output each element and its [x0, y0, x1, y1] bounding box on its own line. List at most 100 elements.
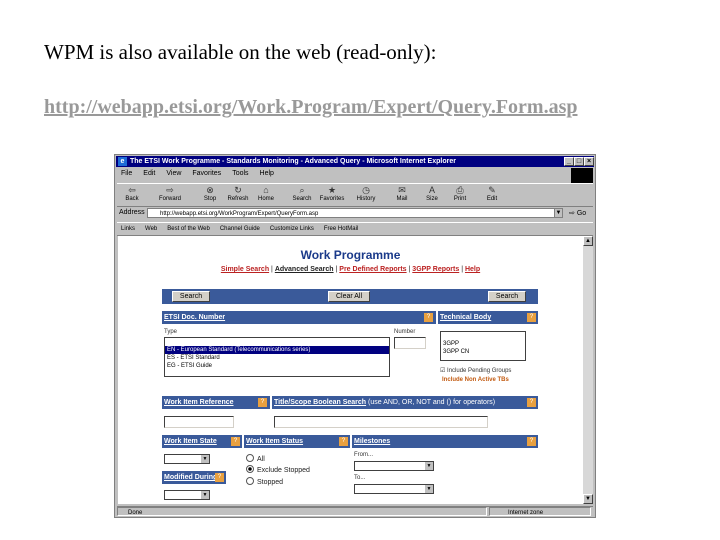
forward-arrow-icon: ⇨	[166, 185, 174, 195]
browser-window: e The ETSI Work Programme - Standards Mo…	[114, 154, 596, 518]
help-icon[interactable]: ?	[527, 313, 536, 322]
include-non-active-link[interactable]: Include Non Active TBs	[442, 377, 509, 383]
forward-button[interactable]: ⇨ Forward	[157, 185, 183, 202]
technical-body-header: Technical Body	[438, 311, 538, 324]
scroll-up-icon[interactable]: ▲	[583, 236, 593, 246]
title-bar: e The ETSI Work Programme - Standards Mo…	[116, 156, 594, 167]
search-icon: ⌕	[299, 185, 305, 195]
nav-simple-search[interactable]: Simple Search	[221, 266, 269, 273]
help-icon[interactable]: ?	[215, 473, 224, 482]
link-customize-links[interactable]: Customize Links	[270, 226, 314, 232]
search-button[interactable]: ⌕ Search	[289, 185, 315, 202]
include-pending-checkbox[interactable]: ☑ Include Pending Groups	[440, 367, 511, 374]
status-radio-all[interactable]: All	[246, 454, 265, 463]
help-icon[interactable]: ?	[231, 437, 240, 446]
title-scope-header: Title/Scope Boolean Search (use AND, OR,…	[272, 396, 538, 409]
chevron-down-icon: ▼	[201, 455, 209, 463]
status-bar: Done Internet zone	[117, 506, 593, 517]
favorites-button[interactable]: ★ Favorites	[319, 185, 345, 202]
stop-button[interactable]: ⊗ Stop	[197, 185, 223, 202]
windows-logo-icon	[571, 168, 593, 183]
nav-advanced-search[interactable]: Advanced Search	[275, 266, 334, 273]
work-item-reference-header: Work Item Reference	[162, 396, 270, 409]
vertical-scrollbar[interactable]: ▲ ▼	[583, 236, 593, 504]
help-icon[interactable]: ?	[527, 437, 536, 446]
number-input[interactable]	[394, 337, 426, 349]
refresh-button[interactable]: ↻ Refresh	[225, 185, 251, 202]
menu-file[interactable]: File	[121, 169, 132, 179]
search-top-right-button[interactable]: Search	[488, 291, 526, 302]
status-radio-stopped[interactable]: Stopped	[246, 477, 283, 486]
status-text: Done	[117, 507, 487, 516]
favorites-icon: ★	[327, 185, 337, 195]
history-icon: ◷	[362, 185, 370, 195]
menu-favorites[interactable]: Favorites	[192, 169, 221, 179]
etsi-doc-number-header: ETSI Doc. Number	[162, 311, 436, 324]
slide-title: WPM is also available on the web (read-o…	[44, 40, 437, 64]
font-size-icon: A	[428, 185, 435, 195]
link-free-hotmail[interactable]: Free HotMail	[324, 226, 358, 232]
help-icon[interactable]: ?	[527, 398, 536, 407]
maximize-icon[interactable]: □	[574, 157, 584, 166]
slide-link[interactable]: http://webapp.etsi.org/Work.Program/Expe…	[44, 96, 578, 119]
address-input[interactable]: http://webapp.etsi.org/WorkProgram/Exper…	[147, 208, 559, 218]
work-item-state-select[interactable]: ▼	[164, 454, 210, 464]
back-arrow-icon: ⇦	[128, 185, 136, 195]
mail-button[interactable]: ✉ Mail	[389, 185, 415, 202]
print-button[interactable]: ⎙ Print	[447, 185, 473, 202]
help-icon[interactable]: ?	[339, 437, 348, 446]
type-listbox[interactable]: EN - European Standard (Telecommunicatio…	[164, 337, 390, 377]
refresh-icon: ↻	[234, 185, 242, 195]
go-button[interactable]: ⇨ Go	[569, 209, 586, 217]
link-channel-guide[interactable]: Channel Guide	[220, 226, 260, 232]
milestone-to-select[interactable]: ▼	[354, 484, 434, 494]
stop-icon: ⊗	[206, 185, 214, 195]
window-title: The ETSI Work Programme - Standards Moni…	[130, 158, 456, 165]
menu-bar: File Edit View Favorites Tools Help	[117, 169, 593, 179]
title-scope-input[interactable]	[274, 416, 488, 428]
nav-predefined-reports[interactable]: Pre Defined Reports	[339, 266, 406, 273]
home-button[interactable]: ⌂ Home	[253, 185, 279, 202]
list-item[interactable]: 3GPP CN	[441, 348, 525, 356]
technical-body-listbox[interactable]: 3GPP 3GPP CN	[440, 331, 526, 361]
address-bar: Address http://webapp.etsi.org/WorkProgr…	[117, 207, 593, 220]
page-nav: Simple Search | Advanced Search | Pre De…	[220, 266, 481, 273]
search-top-left-button[interactable]: Search	[172, 291, 210, 302]
minimize-icon[interactable]: _	[564, 157, 574, 166]
page-title: Work Programme	[300, 248, 401, 262]
back-button[interactable]: ⇦ Back	[119, 185, 145, 202]
menu-tools[interactable]: Tools	[232, 169, 248, 179]
menu-edit[interactable]: Edit	[143, 169, 155, 179]
history-button[interactable]: ◷ History	[353, 185, 379, 202]
help-icon[interactable]: ?	[258, 398, 267, 407]
close-icon[interactable]: ×	[584, 157, 594, 166]
list-item[interactable]: EN - European Standard (Telecommunicatio…	[165, 346, 389, 354]
size-button[interactable]: A Size	[419, 185, 445, 202]
modified-during-select[interactable]: ▼	[164, 490, 210, 500]
links-label: Links	[121, 226, 136, 232]
nav-help[interactable]: Help	[465, 266, 480, 273]
type-label: Type	[164, 329, 178, 335]
home-icon: ⌂	[263, 185, 269, 195]
list-item[interactable]: ES - ETSI Standard	[165, 354, 389, 362]
milestones-header: Milestones	[352, 435, 538, 448]
link-web[interactable]: Web	[145, 226, 157, 232]
milestone-from-select[interactable]: ▼	[354, 461, 434, 471]
menu-help[interactable]: Help	[260, 169, 274, 179]
edit-button[interactable]: ✎ Edit	[479, 185, 505, 202]
clear-all-button[interactable]: Clear All	[328, 291, 370, 302]
scroll-down-icon[interactable]: ▼	[583, 494, 593, 504]
number-label: Number	[394, 329, 416, 335]
work-item-reference-input[interactable]	[164, 416, 234, 428]
list-item[interactable]: 3GPP	[441, 340, 525, 348]
nav-3gpp-reports[interactable]: 3GPP Reports	[412, 266, 459, 273]
list-item[interactable]: EG - ETSI Guide	[165, 362, 389, 370]
help-icon[interactable]: ?	[424, 313, 433, 322]
link-best-of-web[interactable]: Best of the Web	[167, 226, 210, 232]
work-item-status-header: Work Item Status	[244, 435, 350, 448]
edit-icon: ✎	[488, 185, 496, 195]
address-dropdown-icon[interactable]: ▼	[554, 208, 563, 218]
menu-view[interactable]: View	[166, 169, 181, 179]
address-label: Address	[119, 209, 145, 216]
status-radio-exclude-stopped[interactable]: Exclude Stopped	[246, 465, 310, 474]
